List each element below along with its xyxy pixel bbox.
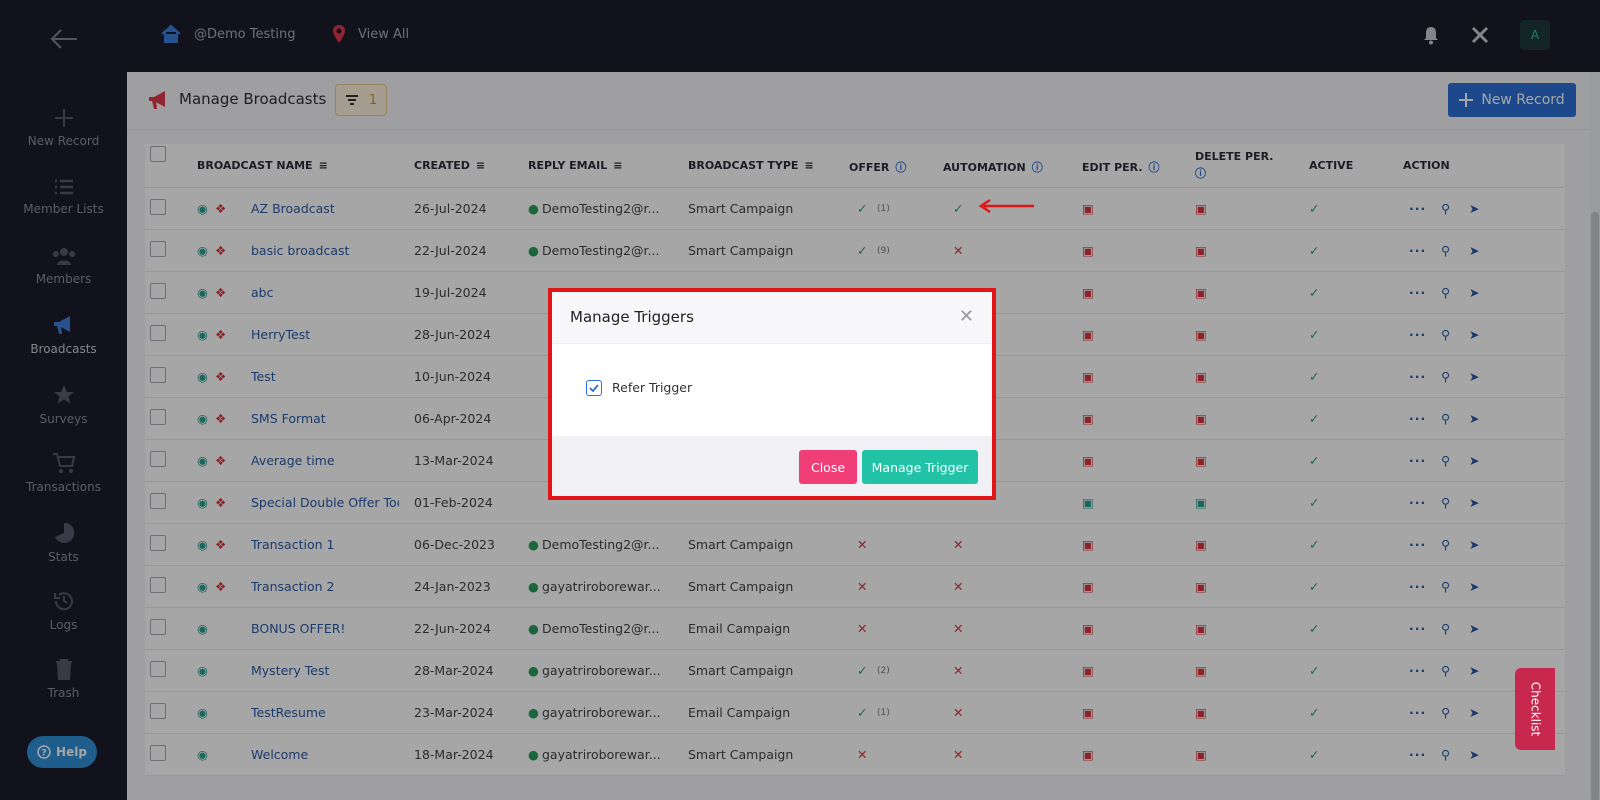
manage-triggers-modal: Manage Triggers ✕ Refer Trigger Close Ma… bbox=[548, 288, 996, 500]
checklist-label: Checklist bbox=[1528, 681, 1543, 737]
check-icon bbox=[589, 384, 599, 392]
modal-body: Refer Trigger bbox=[552, 344, 992, 436]
red-arrow-icon bbox=[978, 198, 1034, 214]
modal-title: Manage Triggers bbox=[570, 308, 694, 326]
modal-footer: Close Manage Trigger bbox=[552, 436, 992, 496]
close-button[interactable]: Close bbox=[799, 450, 857, 484]
manage-trigger-button[interactable]: Manage Trigger bbox=[862, 450, 978, 484]
refer-trigger-label: Refer Trigger bbox=[612, 380, 693, 395]
refer-trigger-checkbox[interactable] bbox=[586, 380, 602, 396]
checklist-tab[interactable]: Checklist bbox=[1515, 668, 1555, 750]
modal-header: Manage Triggers ✕ bbox=[552, 292, 992, 344]
close-icon[interactable]: ✕ bbox=[959, 306, 974, 327]
